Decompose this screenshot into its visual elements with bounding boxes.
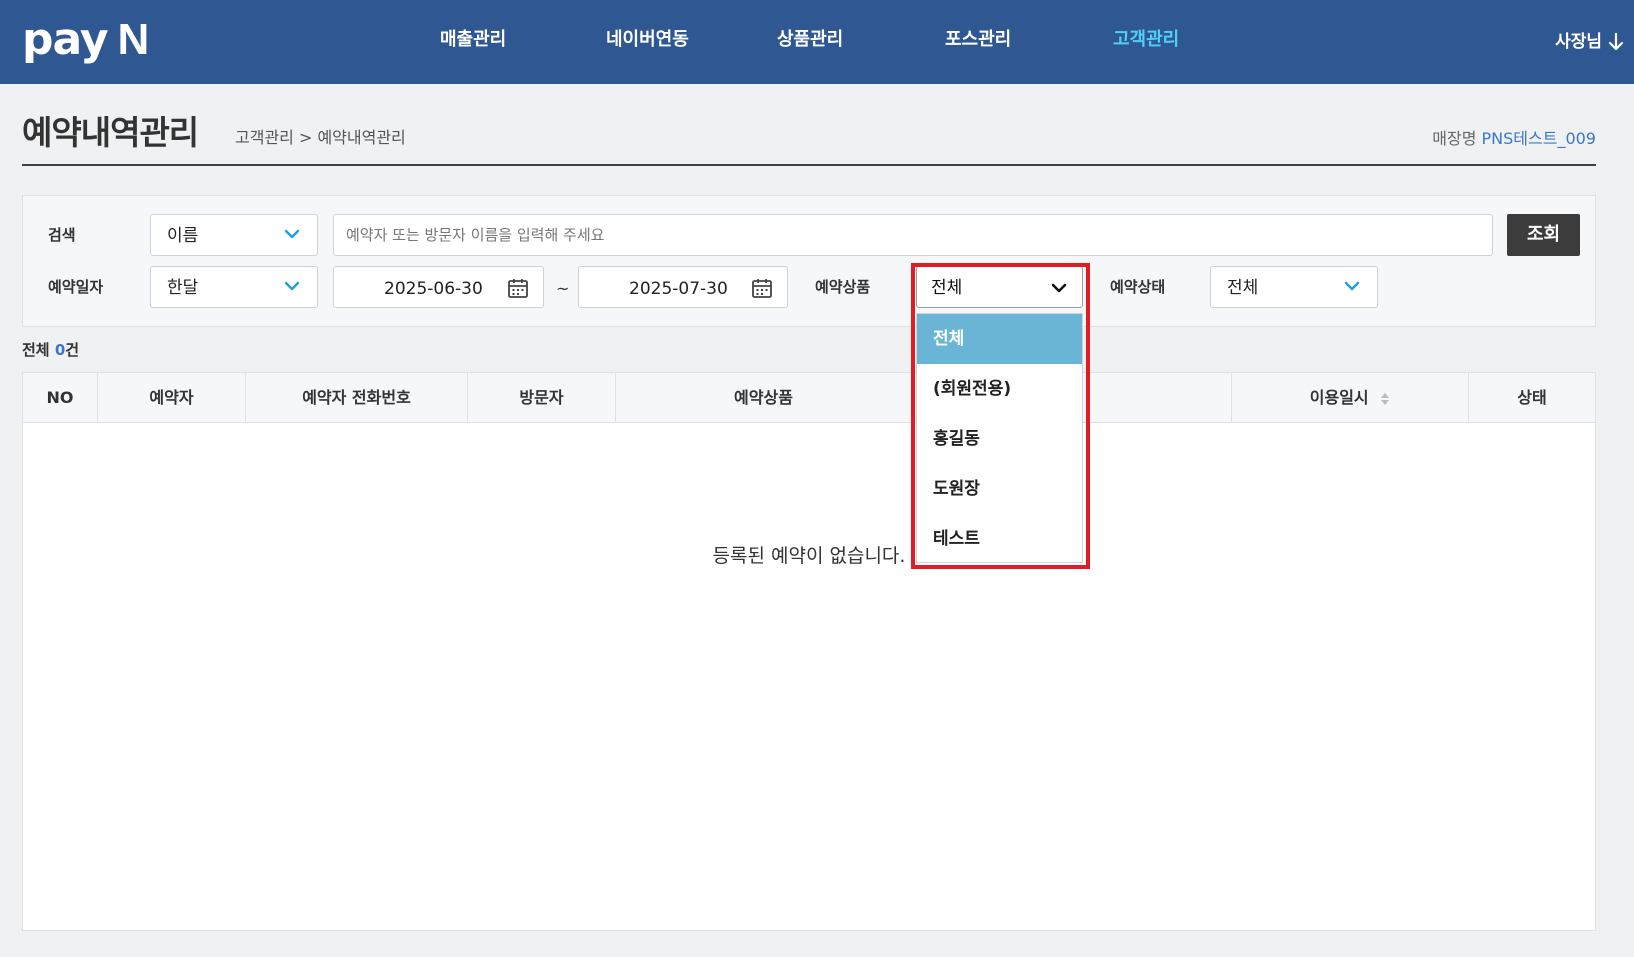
page-title: 예약내역관리 [22, 113, 199, 152]
logout-arrow-icon [1608, 32, 1624, 51]
search-input[interactable] [333, 214, 1493, 256]
dropdown-option-honggildong[interactable]: 홍길동 [917, 414, 1082, 464]
product-label: 예약상품 [815, 278, 871, 296]
breadcrumb: 고객관리 > 예약내역관리 [235, 128, 406, 147]
logo-text: pay [22, 14, 109, 65]
nav-customer-management[interactable]: 고객관리 [1113, 28, 1179, 52]
column-header-use-datetime[interactable]: 이용일시 [1232, 373, 1469, 422]
search-type-select[interactable]: 이름 [150, 214, 318, 256]
nav-product-management[interactable]: 상품관리 [777, 28, 843, 52]
calendar-icon[interactable] [751, 277, 773, 299]
product-dropdown-list: 전체 (회원전용) 홍길동 도원장 테스트 [916, 313, 1083, 563]
start-date-field[interactable]: 2025-06-30 [333, 266, 544, 308]
search-button[interactable]: 조회 [1507, 214, 1580, 256]
column-header-reserver: 예약자 [98, 373, 246, 422]
total-count-unit: 건 [65, 341, 80, 359]
product-select[interactable]: 전체 [916, 266, 1083, 308]
date-range-select[interactable]: 한달 [150, 266, 318, 308]
start-date-value: 2025-06-30 [384, 279, 483, 299]
title-divider [22, 164, 1596, 166]
nav-sales-management[interactable]: 매출관리 [440, 28, 506, 52]
chevron-down-icon [1051, 283, 1067, 293]
store-info: 매장명 PNS테스트_009 [1432, 127, 1596, 151]
nav-naver-integration[interactable]: 네이버연동 [606, 28, 689, 52]
dropdown-option-all[interactable]: 전체 [917, 314, 1082, 364]
status-value: 전체 [1227, 278, 1259, 298]
payn-logo[interactable]: pay N [22, 14, 150, 66]
nav-pos-management[interactable]: 포스관리 [945, 28, 1011, 52]
total-count-value: 0 [54, 341, 66, 359]
total-label: 전체 [22, 341, 50, 359]
user-label: 사장님 [1555, 32, 1603, 52]
date-range-value: 한달 [167, 278, 199, 298]
sort-icon[interactable] [1380, 392, 1390, 406]
store-label: 매장명 [1432, 129, 1477, 148]
store-name: PNS테스트_009 [1481, 129, 1596, 148]
chevron-down-icon [284, 229, 300, 239]
column-header-status: 상태 [1517, 388, 1547, 407]
logo-letter: N [117, 15, 150, 64]
search-type-value: 이름 [167, 226, 199, 246]
table-header: NO 예약자 예약자 전화번호 방문자 예약상품 이용일시 상태 [23, 373, 1595, 423]
column-header-visitor: 방문자 [468, 373, 616, 422]
end-date-field[interactable]: 2025-07-30 [578, 266, 788, 308]
dropdown-option-members-only[interactable]: (회원전용) [917, 364, 1082, 414]
status-select[interactable]: 전체 [1210, 266, 1378, 308]
dropdown-option-test[interactable]: 테스트 [917, 514, 1082, 564]
end-date-value: 2025-07-30 [629, 279, 728, 299]
column-header-phone: 예약자 전화번호 [246, 373, 468, 422]
search-label: 검색 [48, 226, 76, 244]
date-label: 예약일자 [48, 278, 104, 296]
product-value: 전체 [931, 278, 963, 298]
chevron-down-icon [284, 281, 300, 291]
date-range-separator: ~ [556, 279, 570, 298]
top-navigation-bar: pay N 매출관리 네이버연동 상품관리 포스관리 고객관리 사장님 [0, 0, 1634, 84]
empty-table-message: 등록된 예약이 없습니다. [712, 545, 906, 567]
column-header-product: 예약상품 [616, 373, 912, 422]
calendar-icon[interactable] [507, 277, 529, 299]
total-count: 전체 0건 [22, 340, 79, 360]
column-header-use-datetime-label: 이용일시 [1309, 388, 1369, 407]
dropdown-option-dowonjang[interactable]: 도원장 [917, 464, 1082, 514]
column-header-no: NO [23, 373, 98, 422]
status-label: 예약상태 [1110, 278, 1166, 296]
reservation-table: NO 예약자 예약자 전화번호 방문자 예약상품 이용일시 상태 등록된 예약이… [22, 372, 1596, 931]
chevron-down-icon [1344, 281, 1360, 291]
user-menu[interactable]: 사장님 [1555, 30, 1624, 54]
